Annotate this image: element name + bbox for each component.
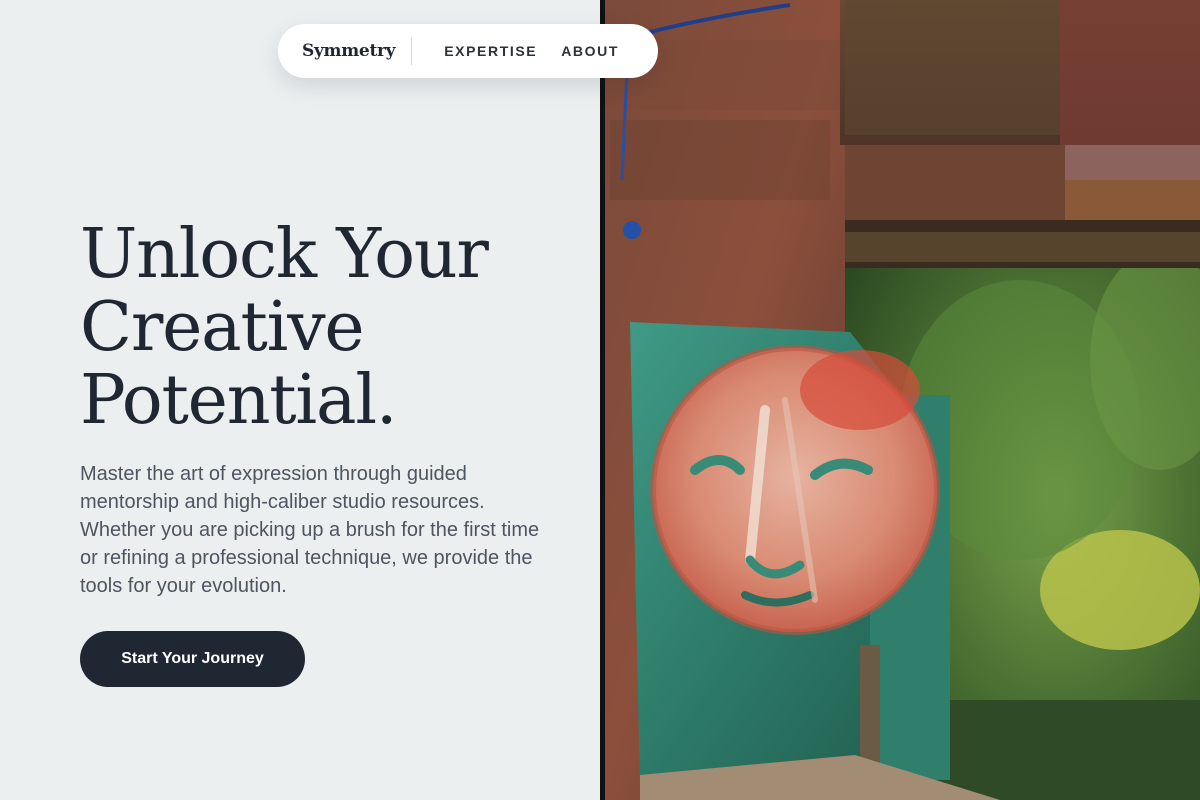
hero-title: Unlock Your Creative Potential. xyxy=(80,218,580,437)
hero-photo xyxy=(600,0,1200,800)
painted-face-photo xyxy=(600,0,1200,800)
hero-description: Master the art of expression through gui… xyxy=(80,463,540,597)
hero-section: Unlock Your Creative Potential. Master t… xyxy=(0,0,600,800)
brand-logo[interactable]: Symmetry xyxy=(302,41,396,61)
hero-title-line: Unlock Your xyxy=(80,215,489,294)
nav-link-about[interactable]: ABOUT xyxy=(561,43,619,59)
hero-title-line: Creative xyxy=(80,288,365,367)
top-nav: Symmetry EXPERTISE ABOUT xyxy=(278,24,658,78)
hero-title-line: Potential. xyxy=(80,361,397,440)
nav-divider xyxy=(411,37,413,65)
nav-link-expertise[interactable]: EXPERTISE xyxy=(444,43,537,59)
start-journey-button[interactable]: Start Your Journey xyxy=(80,631,305,687)
